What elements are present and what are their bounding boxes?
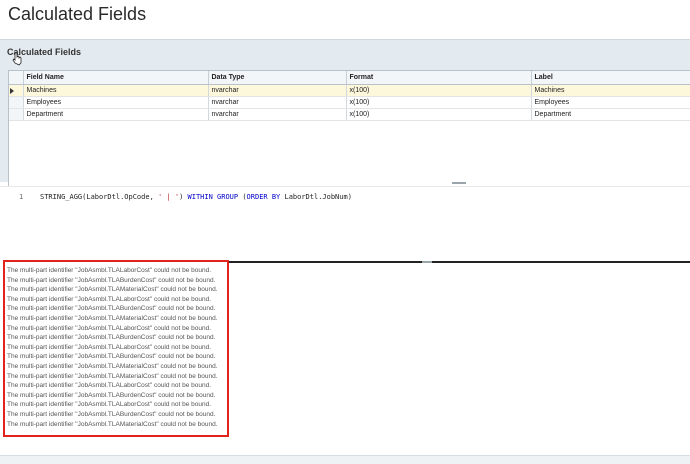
- cell-format[interactable]: x(100): [346, 108, 532, 121]
- row-selector[interactable]: [9, 108, 24, 121]
- error-messages-box: The multi-part identifier "JobAsmbl.TLAL…: [3, 260, 229, 437]
- error-message: The multi-part identifier "JobAsmbl.TLAM…: [7, 420, 218, 428]
- error-message: The multi-part identifier "JobAsmbl.TLAM…: [7, 314, 218, 322]
- cell-data-type[interactable]: nvarchar: [208, 108, 347, 121]
- cell-field-name[interactable]: Department: [23, 108, 209, 121]
- row-pointer-icon: [10, 87, 14, 94]
- code-text: LaborDtl.JobNum): [280, 193, 352, 201]
- bottom-strip: [0, 455, 690, 464]
- error-message: The multi-part identifier "JobAsmbl.TLAL…: [7, 324, 212, 332]
- splitter-grip[interactable]: [422, 261, 432, 263]
- column-header-label[interactable]: Label: [531, 71, 690, 85]
- cell-label[interactable]: Department: [531, 108, 690, 121]
- error-message: The multi-part identifier "JobAsmbl.TLAB…: [7, 276, 216, 284]
- error-message: The multi-part identifier "JobAsmbl.TLAM…: [7, 372, 218, 380]
- hand-cursor-icon: [12, 52, 22, 66]
- error-message: The multi-part identifier "JobAsmbl.TLAM…: [7, 286, 218, 294]
- error-message: The multi-part identifier "JobAsmbl.TLAB…: [7, 410, 216, 418]
- error-message: The multi-part identifier "JobAsmbl.TLAB…: [7, 353, 216, 361]
- cell-label[interactable]: Employees: [531, 96, 690, 109]
- grid-header-row: Field Name Data Type Format Label: [9, 71, 690, 85]
- cell-data-type[interactable]: nvarchar: [208, 96, 347, 109]
- code-text: ): [179, 193, 188, 201]
- cell-format[interactable]: x(100): [346, 96, 532, 109]
- error-message: The multi-part identifier "JobAsmbl.TLAB…: [7, 305, 216, 313]
- line-number: 1: [19, 193, 24, 201]
- error-message: The multi-part identifier "JobAsmbl.TLAL…: [7, 295, 212, 303]
- calculated-fields-panel: Calculated Fields Field Name Data Type F…: [0, 39, 690, 220]
- splitter-grip[interactable]: [452, 182, 466, 184]
- page-title: Calculated Fields: [8, 4, 147, 24]
- error-message: The multi-part identifier "JobAsmbl.TLAL…: [7, 382, 212, 390]
- error-message: The multi-part identifier "JobAsmbl.TLAL…: [7, 267, 212, 274]
- row-selector[interactable]: [9, 96, 24, 109]
- calculated-fields-page: Calculated Fields Calculated Fields Fiel…: [0, 0, 690, 464]
- code-keyword: WITHIN GROUP: [187, 193, 239, 201]
- cell-data-type[interactable]: nvarchar: [208, 84, 347, 97]
- code-function: STRING_AGG(LaborDtl.OpCode,: [40, 193, 159, 201]
- table-row[interactable]: Employees nvarchar x(100) Employees: [9, 96, 690, 109]
- row-selector-header: [9, 71, 24, 85]
- cell-label[interactable]: Machines: [531, 84, 690, 97]
- column-header-field-name[interactable]: Field Name: [23, 71, 209, 85]
- code-string: ' | ': [158, 193, 180, 201]
- cell-format[interactable]: x(100): [346, 84, 532, 97]
- code-text: (: [238, 193, 247, 201]
- error-message: The multi-part identifier "JobAsmbl.TLAL…: [7, 343, 212, 351]
- column-header-data-type[interactable]: Data Type: [208, 71, 347, 85]
- code-line[interactable]: STRING_AGG(LaborDtl.OpCode, ' | ') WITHI…: [40, 193, 352, 201]
- error-message: The multi-part identifier "JobAsmbl.TLAB…: [7, 391, 216, 399]
- title-bar: Calculated Fields: [0, 0, 690, 32]
- fields-table: Field Name Data Type Format Label Machin…: [9, 71, 690, 121]
- table-row[interactable]: Machines nvarchar x(100) Machines: [9, 84, 690, 97]
- error-message: The multi-part identifier "JobAsmbl.TLAL…: [7, 401, 212, 409]
- table-row[interactable]: Department nvarchar x(100) Department: [9, 108, 690, 121]
- row-selector[interactable]: [9, 84, 24, 97]
- error-message: The multi-part identifier "JobAsmbl.TLAM…: [7, 362, 218, 370]
- sql-editor[interactable]: 1 STRING_AGG(LaborDtl.OpCode, ' | ') WIT…: [0, 186, 690, 260]
- column-header-format[interactable]: Format: [346, 71, 532, 85]
- code-keyword: ORDER BY: [246, 193, 281, 201]
- error-message: The multi-part identifier "JobAsmbl.TLAB…: [7, 334, 216, 342]
- cell-field-name[interactable]: Machines: [23, 84, 209, 97]
- cell-field-name[interactable]: Employees: [23, 96, 209, 109]
